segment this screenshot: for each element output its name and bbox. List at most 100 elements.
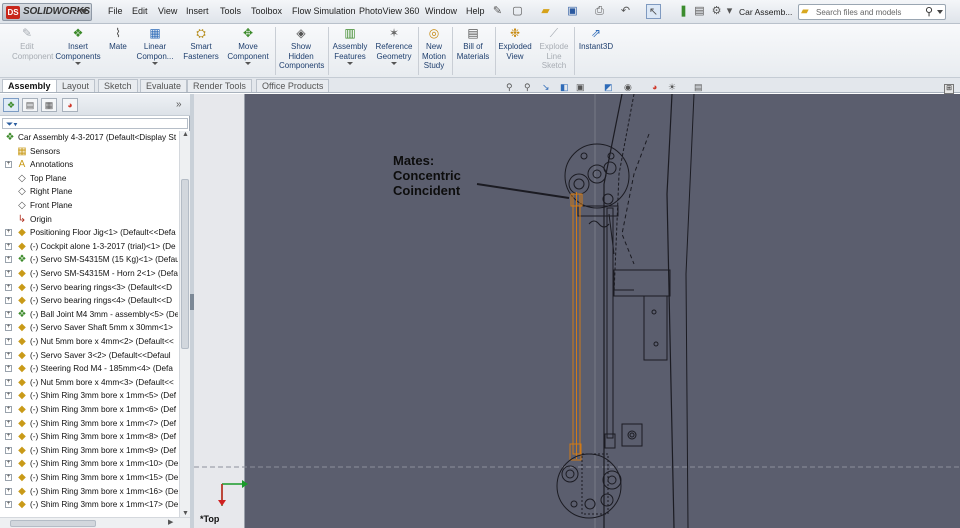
tab-sketch[interactable]: Sketch xyxy=(98,79,138,92)
chevron-down-icon[interactable] xyxy=(391,62,397,65)
tree-horizontal-scrollbar[interactable]: ▶ xyxy=(0,517,190,528)
maximize-viewport-icon[interactable]: ⊞ xyxy=(944,84,954,94)
insert-components-button[interactable]: ❖ Insert Components xyxy=(52,26,104,65)
tree-row[interactable]: + ◆ (-) Servo Saver Shaft 5mm x 30mm<1> xyxy=(0,321,178,335)
tree-row[interactable]: + ◆ (-) Shim Ring 3mm bore x 1mm<9> (Def xyxy=(0,444,178,458)
chevron-down-icon[interactable] xyxy=(937,10,943,14)
display-style-icon[interactable]: ◩ xyxy=(604,82,613,93)
tab-assembly[interactable]: Assembly xyxy=(2,79,57,92)
edit-component-button[interactable]: ✎ Edit Component xyxy=(6,26,53,61)
traffic-light-icon[interactable]: ❚ xyxy=(676,4,691,19)
mate-button[interactable]: ⌇ Mate xyxy=(104,26,132,52)
chevron-down-icon[interactable] xyxy=(245,62,251,65)
tree-row[interactable]: + ◆ (-) Shim Ring 3mm bore x 1mm<5> (Def xyxy=(0,389,178,403)
expand-icon[interactable]: + xyxy=(5,392,12,400)
tree-row[interactable]: + ◆ (-) Shim Ring 3mm bore x 1mm<16> (De xyxy=(0,485,178,499)
expand-icon[interactable]: + xyxy=(5,229,12,237)
tree-row[interactable]: + ◆ (-) Steering Rod M4 - 185mm<4> (Defa xyxy=(0,362,178,376)
open-folder-icon[interactable]: ▰ xyxy=(538,4,553,19)
feature-tree-tab-icon[interactable]: ❖ xyxy=(3,98,19,112)
expand-icon[interactable]: + xyxy=(5,419,12,427)
expand-icon[interactable]: + xyxy=(5,242,12,250)
tree-row[interactable]: ↳ Origin xyxy=(0,213,178,227)
tree-row[interactable]: + ◆ (-) Nut 5mm bore x 4mm<2> (Default<< xyxy=(0,335,178,349)
show-hidden-components-button[interactable]: ◈ Show Hidden Components xyxy=(278,26,324,71)
display-manager-tab-icon[interactable]: ◕ xyxy=(62,98,78,112)
smart-fasteners-button[interactable]: ⛭ Smart Fasteners xyxy=(180,26,222,61)
scroll-right-icon[interactable]: ▶ xyxy=(168,518,173,526)
assembly-features-button[interactable]: ▥ Assembly Features xyxy=(330,26,370,65)
graphics-viewport[interactable]: Mates: Concentric Coincident *Top xyxy=(194,94,960,528)
scroll-down-icon[interactable]: ▼ xyxy=(182,510,189,517)
scroll-up-icon[interactable]: ▲ xyxy=(182,131,189,138)
tree-row[interactable]: + ◆ (-) Servo bearing rings<4> (Default<<D xyxy=(0,294,178,308)
expand-icon[interactable]: + xyxy=(5,310,12,318)
menu-tools[interactable]: Tools xyxy=(220,6,241,16)
tree-row[interactable]: + ◆ (-) Shim Ring 3mm bore x 1mm<7> (Def xyxy=(0,417,178,431)
scroll-thumb[interactable] xyxy=(181,179,189,349)
expand-icon[interactable]: + xyxy=(5,501,12,509)
tree-filter[interactable]: ⏷▾ xyxy=(2,118,188,129)
expand-icon[interactable]: + xyxy=(5,256,12,264)
expand-icon[interactable]: + xyxy=(5,297,12,305)
tab-evaluate[interactable]: Evaluate xyxy=(140,79,188,92)
menu-flow-simulation[interactable]: Flow Simulation xyxy=(292,6,356,16)
explode-line-sketch-button[interactable]: ⟋ Explode Line Sketch xyxy=(536,26,572,71)
expand-icon[interactable]: + xyxy=(5,365,12,373)
tree-row[interactable]: + ◆ Positioning Floor Jig<1> (Default<<Def… xyxy=(0,226,178,240)
menu-file[interactable]: File xyxy=(108,6,123,16)
tree-row[interactable]: + ◆ (-) Servo Saver 3<2> (Default<<Defaul xyxy=(0,349,178,363)
chevron-down-icon[interactable] xyxy=(75,62,81,65)
scroll-thumb[interactable] xyxy=(10,520,96,527)
linear-component-pattern-button[interactable]: ▦ Linear Compon... xyxy=(133,26,177,65)
file-properties-icon[interactable]: ▤ xyxy=(692,4,707,19)
menu-edit[interactable]: Edit xyxy=(132,6,148,16)
save-icon[interactable]: ▣ xyxy=(565,4,580,19)
tree-row[interactable]: + A Annotations xyxy=(0,158,178,172)
menu-view[interactable]: View xyxy=(158,6,177,16)
apply-scene-icon[interactable]: ☀ xyxy=(668,82,676,93)
new-motion-study-button[interactable]: ◎ New Motion Study xyxy=(420,26,448,71)
expand-panel-icon[interactable]: » xyxy=(176,99,182,110)
print-icon[interactable]: ⎙ xyxy=(592,4,607,19)
menu-help[interactable]: Help xyxy=(466,6,485,16)
tree-row[interactable]: ◇ Right Plane xyxy=(0,185,178,199)
expand-icon[interactable]: + xyxy=(5,351,12,359)
select-pointer-icon[interactable]: ↖ xyxy=(646,4,661,19)
chevron-down-icon[interactable]: ▾ xyxy=(722,4,737,19)
tab-layout[interactable]: Layout xyxy=(56,79,96,92)
tree-row[interactable]: ◇ Top Plane xyxy=(0,172,178,186)
tree-vertical-scrollbar[interactable]: ▲ ▼ xyxy=(179,131,190,517)
tree-row[interactable]: ▦ Sensors xyxy=(0,145,178,159)
tree-row[interactable]: + ◆ (-) Shim Ring 3mm bore x 1mm<17> (De xyxy=(0,498,178,512)
expand-icon[interactable]: + xyxy=(5,378,12,386)
menu-photoview-360[interactable]: PhotoView 360 xyxy=(359,6,419,16)
expand-icon[interactable]: + xyxy=(5,161,12,169)
expand-icon[interactable]: + xyxy=(5,324,12,332)
filter-funnel-icon[interactable]: ⏷▾ xyxy=(6,119,18,129)
expand-icon[interactable]: + xyxy=(5,487,12,495)
reference-geometry-button[interactable]: ✶ Reference Geometry xyxy=(372,26,416,65)
new-document-icon[interactable]: ▢ xyxy=(510,4,525,19)
tab-office-products[interactable]: Office Products xyxy=(256,79,330,92)
pin-icon[interactable]: ✎ xyxy=(490,4,505,19)
exploded-view-button[interactable]: ❉ Exploded View xyxy=(497,26,533,61)
tree-row[interactable]: + ◆ (-) Shim Ring 3mm bore x 1mm<15> (De xyxy=(0,471,178,485)
undo-icon[interactable]: ↶ xyxy=(618,4,633,19)
hide-show-items-icon[interactable]: ◉ xyxy=(624,82,632,93)
tree-row[interactable]: + ❖ (-) Servo SM-S4315M (15 Kg)<1> (Defau xyxy=(0,253,178,267)
view-settings-icon[interactable]: ▤ xyxy=(694,82,703,93)
configuration-manager-tab-icon[interactable]: ▦ xyxy=(41,98,57,112)
tree-row[interactable]: ◇ Front Plane xyxy=(0,199,178,213)
tree-row[interactable]: + ❖ (-) Ball Joint M4 3mm - assembly<5> (D… xyxy=(0,308,178,322)
previous-view-icon[interactable]: ↘ xyxy=(542,82,550,93)
tree-row[interactable]: + ◆ (-) Nut 5mm bore x 4mm<3> (Default<< xyxy=(0,376,178,390)
tree-row[interactable]: ❖ Car Assembly 4-3-2017 (Default<Display … xyxy=(0,131,178,145)
tree-row[interactable]: + ◆ (-) Servo bearing rings<3> (Default<<D xyxy=(0,281,178,295)
expand-icon[interactable]: + xyxy=(5,460,12,468)
expand-icon[interactable]: + xyxy=(5,270,12,277)
bill-of-materials-button[interactable]: ▤ Bill of Materials xyxy=(455,26,491,61)
instant3d-button[interactable]: ⇗ Instant3D xyxy=(576,26,616,52)
zoom-to-fit-icon[interactable]: ⚲ xyxy=(506,82,513,93)
tree-row[interactable]: + ◆ (-) Servo SM-S4315M - Horn 2<1> (Defa xyxy=(0,267,178,281)
